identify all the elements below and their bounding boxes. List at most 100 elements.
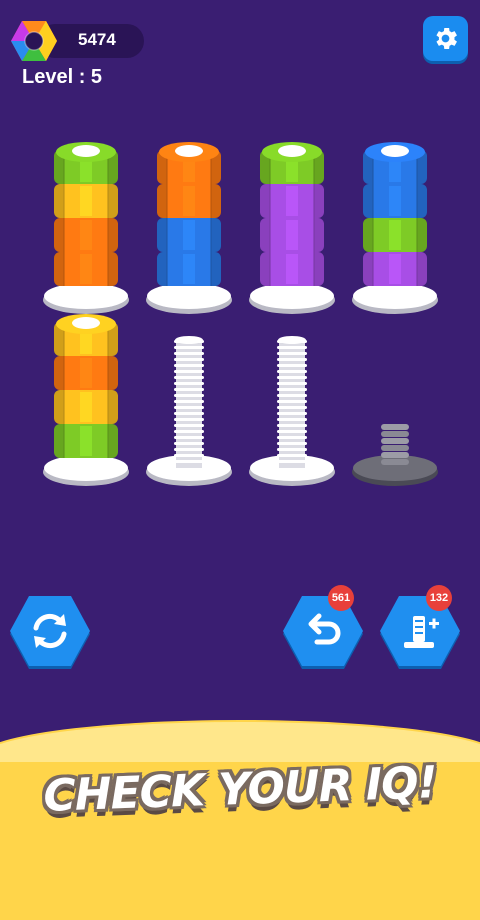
nut-highlight	[80, 254, 92, 284]
thread	[174, 388, 204, 391]
add-bolt-count-badge: 132	[426, 585, 452, 611]
thread	[174, 442, 204, 445]
bolt-1[interactable]	[43, 142, 129, 314]
thread	[277, 448, 307, 451]
thread	[174, 436, 204, 439]
nut-green[interactable]	[363, 218, 427, 252]
thread	[277, 394, 307, 397]
thread	[277, 370, 307, 373]
nut-yellow[interactable]	[54, 390, 118, 424]
bolt-2[interactable]	[146, 142, 232, 314]
nut-highlight	[80, 426, 92, 456]
thread	[277, 436, 307, 439]
bolt-7[interactable]	[249, 336, 335, 486]
thread	[174, 370, 204, 373]
nut-orange[interactable]	[54, 356, 118, 390]
thread	[174, 460, 204, 463]
thread	[174, 406, 204, 409]
nut-blue[interactable]	[157, 252, 221, 286]
nut-blue[interactable]	[157, 218, 221, 252]
thread	[174, 382, 204, 385]
nut-purple[interactable]	[260, 184, 324, 218]
nut-highlight	[389, 254, 401, 284]
thread	[174, 418, 204, 421]
nut-highlight	[183, 186, 195, 216]
thread	[381, 431, 409, 437]
undo-button[interactable]	[281, 596, 365, 676]
bolt-base	[353, 283, 437, 309]
thread	[174, 394, 204, 397]
bolt-tip	[72, 145, 100, 157]
thread	[174, 430, 204, 433]
nut-orange[interactable]	[157, 142, 221, 184]
bolt-5[interactable]	[43, 314, 129, 486]
nut-purple[interactable]	[363, 252, 427, 286]
bolt-tip	[278, 145, 306, 157]
nut-highlight	[80, 358, 92, 388]
nut-highlight	[80, 186, 92, 216]
nut-orange[interactable]	[54, 218, 118, 252]
bolt-base	[147, 283, 231, 309]
thread	[277, 424, 307, 427]
thread	[381, 438, 409, 444]
thread	[174, 364, 204, 367]
nut-highlight	[286, 186, 298, 216]
shuffle-button[interactable]	[8, 596, 92, 676]
thread	[174, 400, 204, 403]
nut-yellow[interactable]	[54, 184, 118, 218]
bolt-base	[44, 455, 128, 481]
bolt-tip	[278, 336, 306, 344]
thread	[381, 424, 409, 430]
nut-purple[interactable]	[260, 218, 324, 252]
thread	[277, 364, 307, 367]
thread	[277, 388, 307, 391]
nut-blue[interactable]	[363, 142, 427, 184]
thread	[174, 454, 204, 457]
nut-highlight	[80, 392, 92, 422]
thread	[174, 448, 204, 451]
thread	[277, 418, 307, 421]
nut-highlight	[389, 186, 401, 216]
thread	[277, 358, 307, 361]
thread	[174, 352, 204, 355]
thread	[277, 454, 307, 457]
nut-purple[interactable]	[260, 252, 324, 286]
thread	[277, 406, 307, 409]
thread	[381, 452, 409, 458]
nut-highlight	[286, 220, 298, 250]
nut-orange[interactable]	[54, 252, 118, 286]
thread	[174, 424, 204, 427]
bolt-tip	[72, 317, 100, 329]
add-bolt-button[interactable]	[378, 596, 462, 676]
thread	[381, 445, 409, 451]
bolt-tip	[175, 145, 203, 157]
nut-blue[interactable]	[363, 184, 427, 218]
nut-orange[interactable]	[157, 184, 221, 218]
nut-yellow[interactable]	[54, 314, 118, 356]
thread	[381, 459, 409, 465]
bolt-8[interactable]	[352, 424, 438, 486]
thread	[174, 412, 204, 415]
bolt-3[interactable]	[249, 142, 335, 314]
thread	[277, 376, 307, 379]
bolt-tip	[381, 145, 409, 157]
bolt-base	[44, 283, 128, 309]
nut-green[interactable]	[260, 142, 324, 184]
thread	[277, 400, 307, 403]
bolt-base	[353, 455, 437, 481]
thread	[174, 376, 204, 379]
nut-highlight	[80, 220, 92, 250]
thread	[277, 430, 307, 433]
thread	[277, 460, 307, 463]
nut-green[interactable]	[54, 424, 118, 458]
thread	[277, 382, 307, 385]
bolt-6[interactable]	[146, 336, 232, 486]
game-board[interactable]	[0, 0, 480, 560]
thread	[277, 442, 307, 445]
nut-green[interactable]	[54, 142, 118, 184]
bolt-4[interactable]	[352, 142, 438, 314]
nut-highlight	[286, 254, 298, 284]
nut-highlight	[183, 220, 195, 250]
nut-highlight	[183, 254, 195, 284]
thread	[174, 346, 204, 349]
